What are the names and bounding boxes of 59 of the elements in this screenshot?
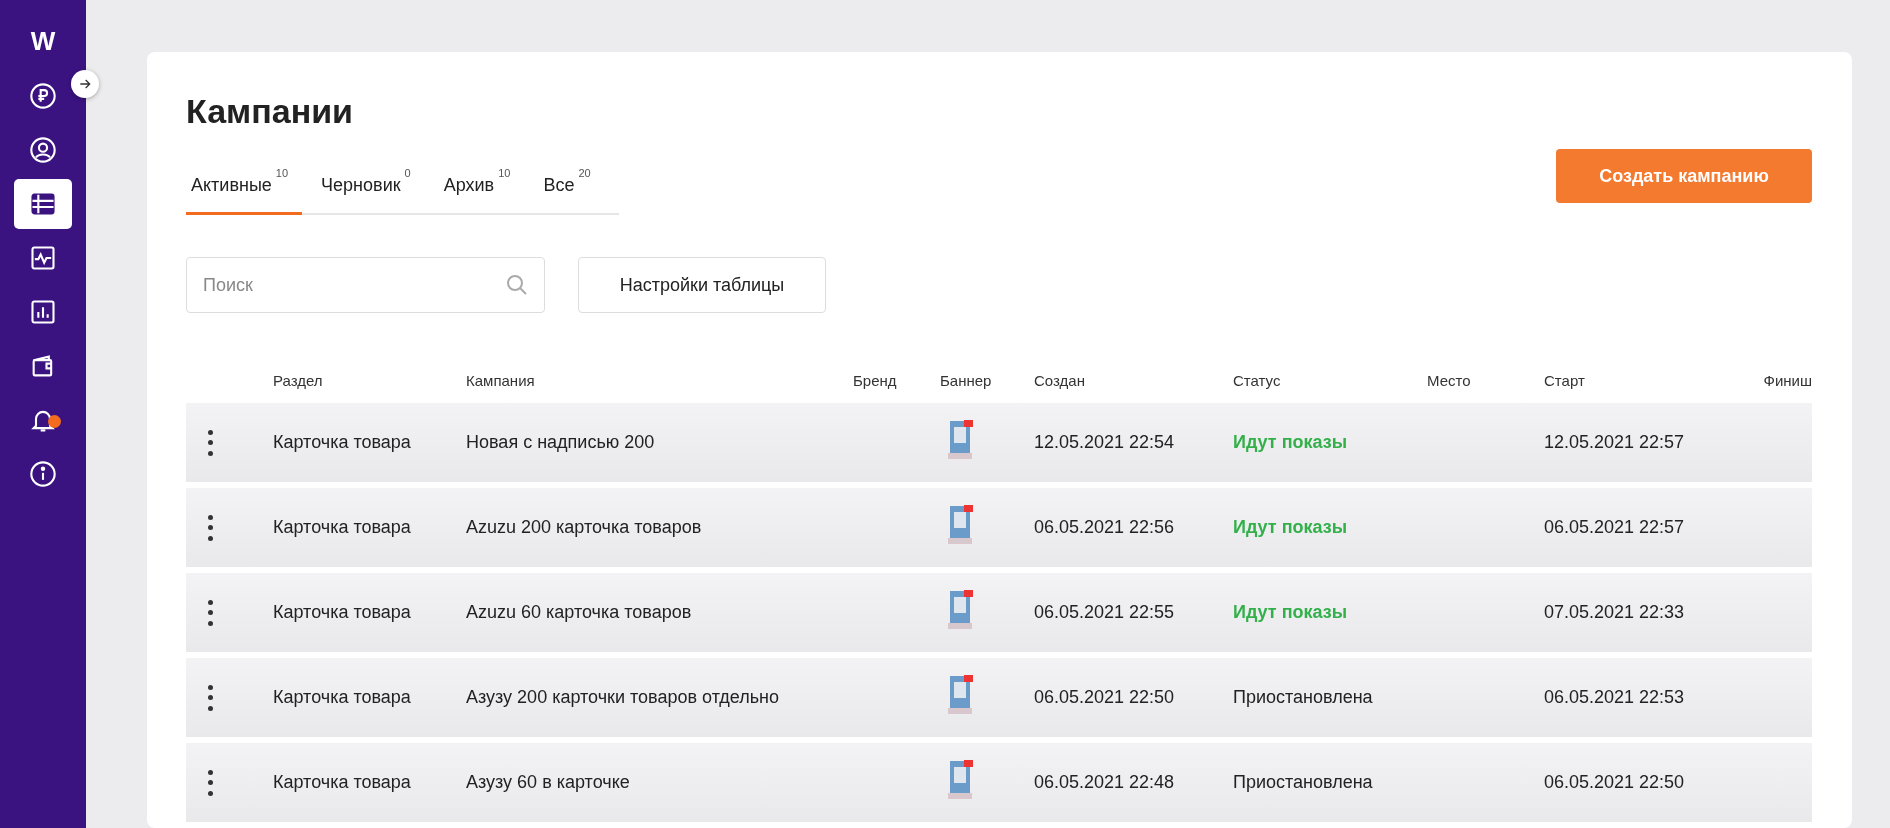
tab[interactable]: Активные 10 bbox=[186, 163, 303, 215]
tab-count: 20 bbox=[578, 167, 591, 179]
tab[interactable]: Архив 10 bbox=[438, 163, 525, 215]
table-cell-text: Карточка товара bbox=[273, 432, 412, 453]
column-header: Финиш bbox=[1762, 371, 1812, 389]
search-field[interactable]: Поиск bbox=[186, 257, 545, 313]
column-header: Место bbox=[1427, 371, 1472, 389]
table-cell-text: Azuzu 200 карточка товаров bbox=[466, 517, 703, 538]
tab-count: 10 bbox=[275, 167, 289, 179]
table-cell-text: 12.05.2021 22:54 bbox=[1034, 432, 1176, 453]
column-header: Создан bbox=[1034, 371, 1086, 389]
list-nav-item[interactable] bbox=[14, 179, 72, 229]
more-icon[interactable] bbox=[208, 684, 214, 711]
table-cell-text: 06.05.2021 22:50 bbox=[1034, 687, 1176, 708]
table-cell-text: 07.05.2021 22:33 bbox=[1544, 602, 1686, 623]
table-cell-text: Новая с надписью 200 bbox=[466, 432, 656, 453]
info-icon bbox=[29, 460, 57, 488]
table-cell-text: 06.05.2021 22:57 bbox=[1544, 517, 1686, 538]
tab-count: 0 bbox=[404, 167, 411, 179]
column-header: Кампания bbox=[466, 371, 536, 389]
table-cell-text: Азузу 60 в карточке bbox=[466, 772, 631, 793]
page-title: Кампании bbox=[186, 92, 354, 131]
column-header: Статус bbox=[1233, 371, 1282, 389]
tab[interactable]: Все 20 bbox=[538, 163, 605, 215]
table-cell-text: Azuzu 60 карточка товаров bbox=[466, 602, 693, 623]
table-cell-text: 12.05.2021 22:57 bbox=[1544, 432, 1686, 453]
column-header: Старт bbox=[1544, 371, 1586, 389]
table-cell-text: Идут показы bbox=[1233, 432, 1349, 453]
column-header: Бренд bbox=[853, 371, 898, 389]
ruble-icon bbox=[29, 82, 57, 110]
table-cell-text: Карточка товара bbox=[273, 687, 412, 708]
table-cell-text: Идут показы bbox=[1233, 517, 1349, 538]
tab[interactable]: Черновик 0 bbox=[316, 163, 425, 215]
chart-icon bbox=[29, 298, 57, 326]
app-logo: W bbox=[30, 26, 56, 57]
table-settings-button[interactable]: Настройки таблицы bbox=[578, 257, 826, 313]
column-header: Баннер bbox=[940, 371, 993, 389]
more-icon[interactable] bbox=[208, 429, 214, 456]
tab-count: 10 bbox=[498, 167, 511, 179]
table-cell-text: Приостановлена bbox=[1233, 772, 1374, 793]
table-cell-text: Приостановлена bbox=[1233, 687, 1374, 708]
expand-button[interactable] bbox=[71, 70, 99, 98]
user-icon bbox=[29, 136, 57, 164]
activity-icon bbox=[29, 244, 57, 272]
table-cell-text: Карточка товара bbox=[273, 602, 412, 623]
table-cell-text: 06.05.2021 22:56 bbox=[1034, 517, 1176, 538]
table-cell-text: Идут показы bbox=[1233, 602, 1349, 623]
more-icon[interactable] bbox=[208, 514, 214, 541]
table-cell-text: 06.05.2021 22:50 bbox=[1544, 772, 1686, 793]
search-icon bbox=[505, 273, 529, 297]
table-cell-text: Карточка товара bbox=[273, 772, 412, 793]
table-cell-text: 06.05.2021 22:48 bbox=[1034, 772, 1176, 793]
more-icon[interactable] bbox=[208, 599, 214, 626]
column-header: Раздел bbox=[273, 371, 324, 389]
table-cell-text: Карточка товара bbox=[273, 517, 412, 538]
table-cell-text: 06.05.2021 22:55 bbox=[1034, 602, 1176, 623]
table-cell-text: 06.05.2021 22:53 bbox=[1544, 687, 1686, 708]
table-cell-text: Азузу 200 карточки товаров отдельно bbox=[466, 687, 781, 708]
more-icon[interactable] bbox=[208, 769, 214, 796]
